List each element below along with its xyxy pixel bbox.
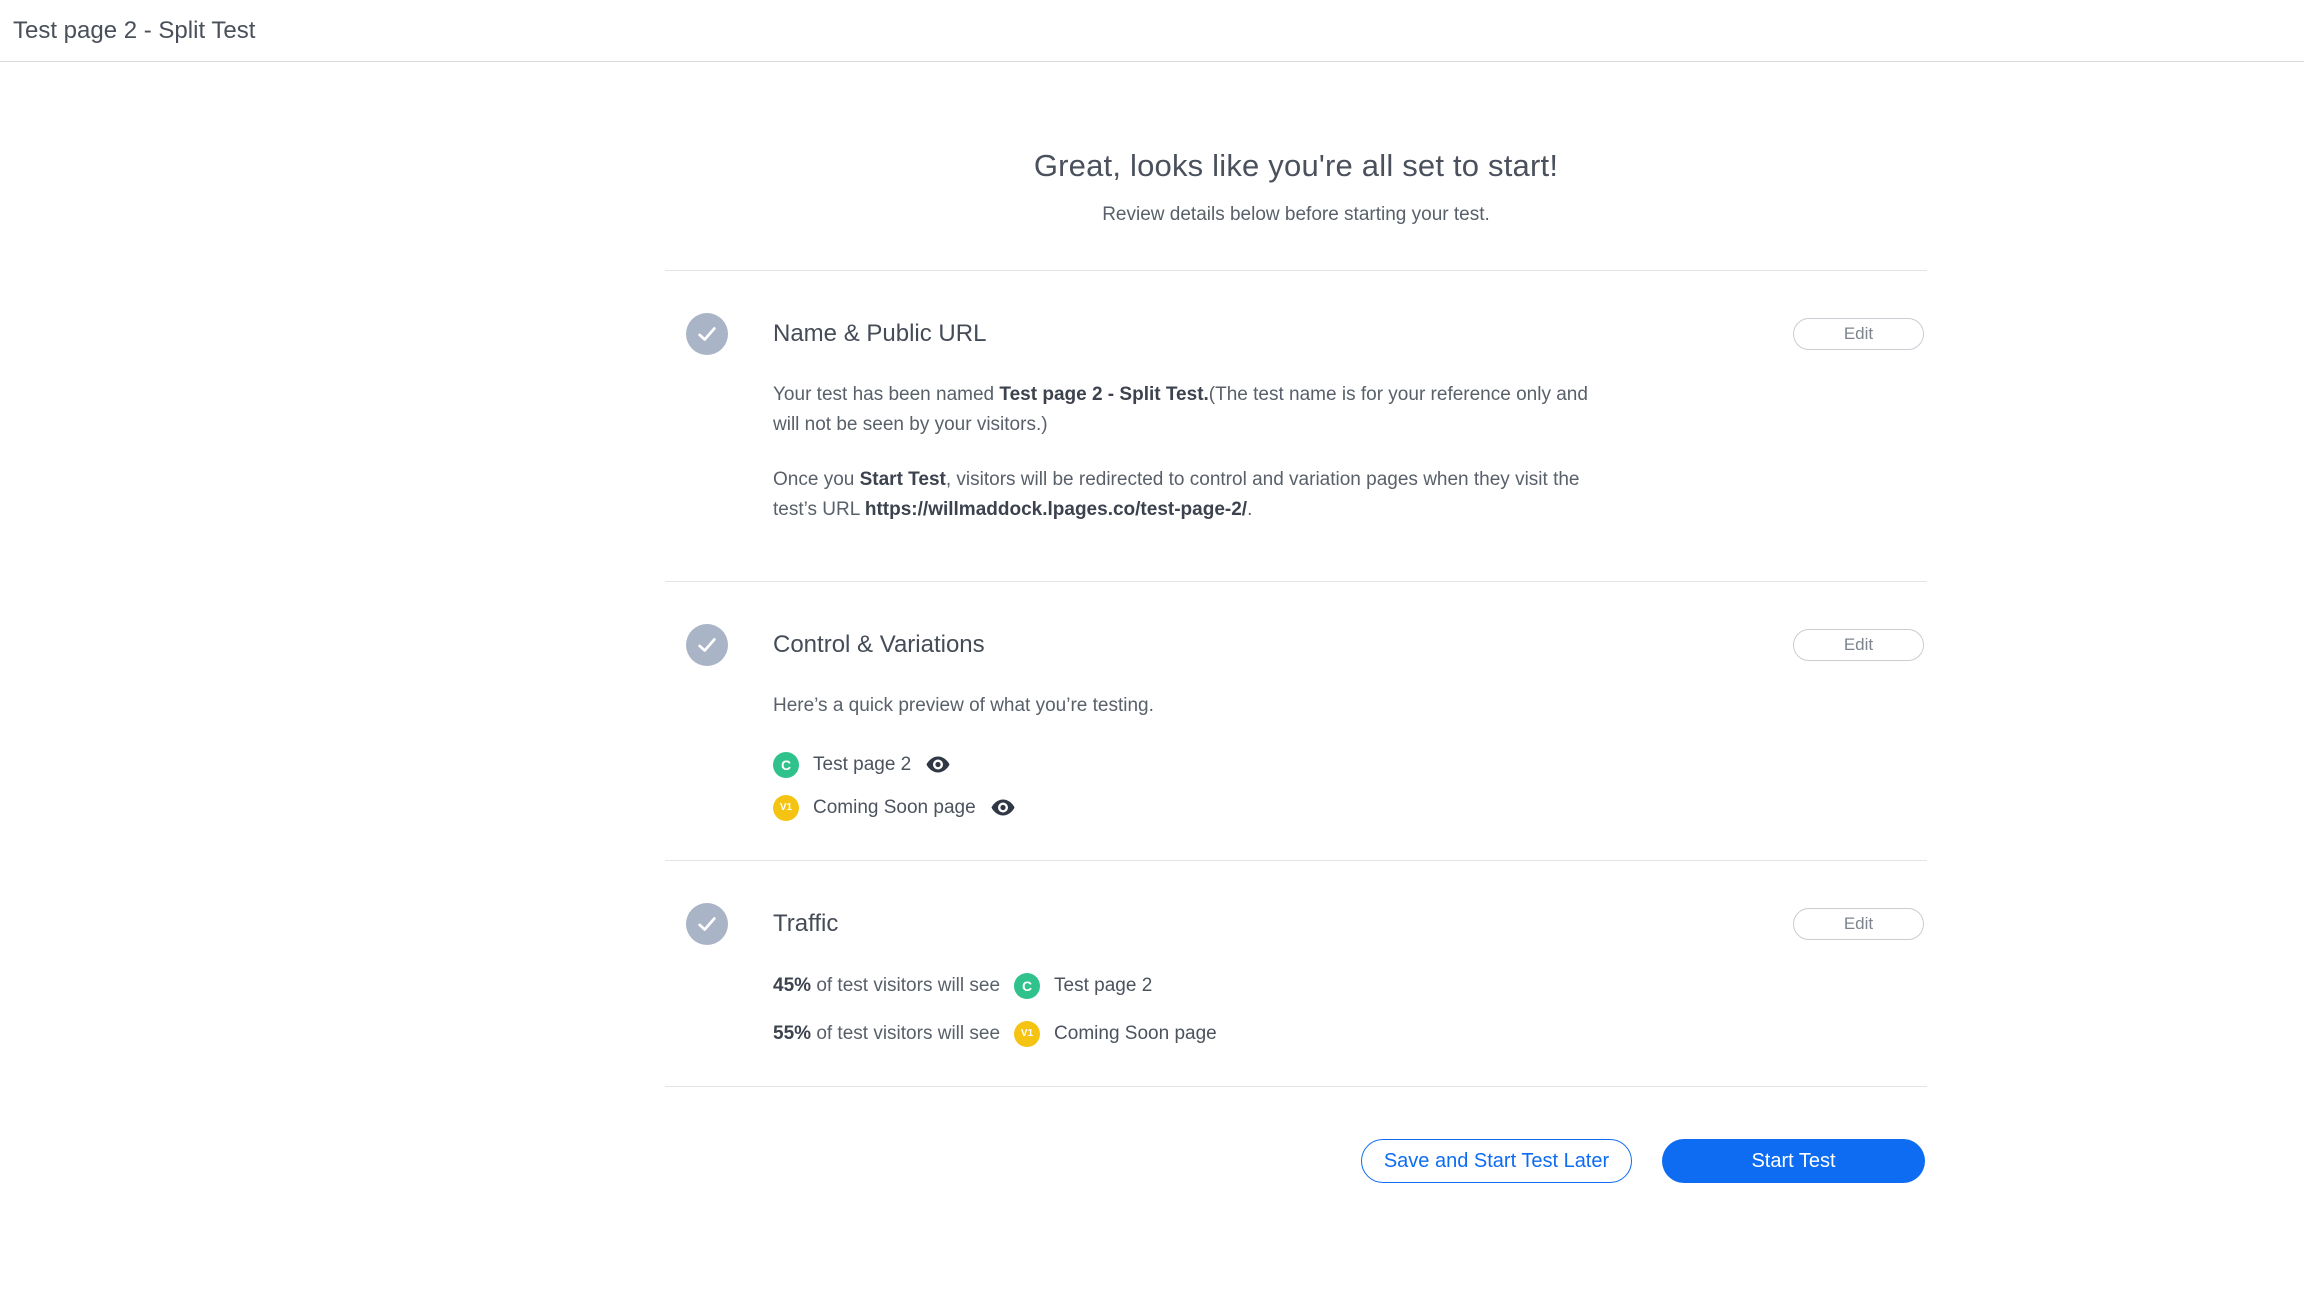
control-badge: C	[1014, 973, 1040, 999]
traffic-row-v1: 55% of test visitors will see V1 Coming …	[773, 1018, 1613, 1050]
p2-pre: Once you	[773, 469, 860, 490]
section-header: Name & Public URL Edit	[665, 313, 1927, 355]
edit-traffic-button[interactable]: Edit	[1793, 908, 1924, 940]
variation-name: Coming Soon page	[813, 793, 976, 823]
section-name-public-url: Name & Public URL Edit Your test has bee…	[665, 270, 1927, 581]
variation-row-v1: V1 Coming Soon page	[773, 791, 1613, 824]
start-test-button[interactable]: Start Test	[1662, 1139, 1925, 1183]
test-name-bold: Test page 2 - Split Test.	[999, 384, 1208, 405]
save-and-start-later-button[interactable]: Save and Start Test Later	[1361, 1139, 1632, 1183]
preview-eye-icon[interactable]	[991, 799, 1015, 816]
intro-subheading: Review details below before starting you…	[665, 204, 1927, 270]
main-content: Great, looks like you're all set to star…	[665, 62, 1927, 1183]
section-title-traffic: Traffic	[773, 910, 838, 938]
control-badge: C	[773, 752, 799, 778]
traffic-body: 45% of test visitors will see C Test pag…	[773, 970, 1613, 1050]
page-title: Test page 2 - Split Test	[13, 17, 255, 45]
completed-check-icon	[686, 313, 728, 355]
section-traffic: Traffic Edit 45% of test visitors will s…	[665, 860, 1927, 1086]
variation-badge: V1	[773, 795, 799, 821]
traffic-row-control: 45% of test visitors will see C Test pag…	[773, 970, 1613, 1002]
intro-block: Great, looks like you're all set to star…	[665, 62, 1927, 270]
traffic-text-inner: of test visitors will see	[816, 1023, 1000, 1044]
intro-heading: Great, looks like you're all set to star…	[665, 148, 1927, 184]
section-title-control-variations: Control & Variations	[773, 631, 985, 659]
start-test-bold: Start Test	[860, 469, 946, 490]
traffic-percent: 55%	[773, 1019, 811, 1049]
preview-eye-icon[interactable]	[926, 756, 950, 773]
p2-end: .	[1247, 499, 1252, 520]
section-header: Traffic Edit	[665, 903, 1927, 945]
traffic-percent: 45%	[773, 971, 811, 1001]
section-title-name-url: Name & Public URL	[773, 320, 986, 348]
section-control-variations: Control & Variations Edit Here’s a quick…	[665, 581, 1927, 860]
edit-control-variations-button[interactable]: Edit	[1793, 629, 1924, 661]
edit-name-url-button[interactable]: Edit	[1793, 318, 1924, 350]
control-variations-body: Here’s a quick preview of what you’re te…	[773, 691, 1613, 824]
variation-badge: V1	[1014, 1021, 1040, 1047]
control-variations-description: Here’s a quick preview of what you’re te…	[773, 691, 1613, 721]
completed-check-icon	[686, 624, 728, 666]
traffic-text: of test visitors will see	[811, 971, 1000, 1001]
traffic-text: of test visitors will see	[811, 1019, 1000, 1049]
variation-name: Test page 2	[813, 750, 911, 780]
completed-check-icon	[686, 903, 728, 945]
test-public-url: https://willmaddock.lpages.co/test-page-…	[865, 499, 1247, 520]
name-url-paragraph-1: Your test has been named Test page 2 - S…	[773, 380, 1613, 440]
variation-name: Coming Soon page	[1054, 1019, 1217, 1049]
footer-actions: Save and Start Test Later Start Test	[665, 1086, 1927, 1183]
app-header: Test page 2 - Split Test	[0, 0, 2304, 62]
traffic-text-inner: of test visitors will see	[816, 975, 1000, 996]
name-url-paragraph-2: Once you Start Test, visitors will be re…	[773, 465, 1613, 525]
name-url-body: Your test has been named Test page 2 - S…	[773, 380, 1613, 525]
variation-name: Test page 2	[1054, 971, 1152, 1001]
p1-pre: Your test has been named	[773, 384, 999, 405]
variation-row-control: C Test page 2	[773, 748, 1613, 781]
section-header: Control & Variations Edit	[665, 624, 1927, 666]
